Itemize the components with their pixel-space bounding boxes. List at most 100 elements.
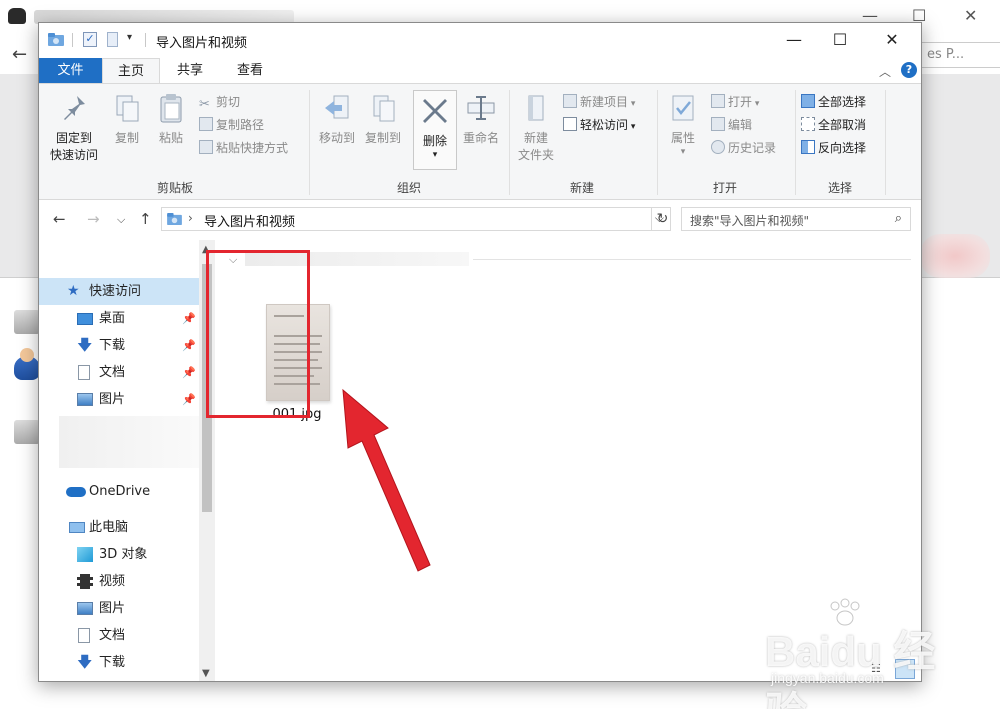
tab-view[interactable]: 查看	[225, 58, 275, 83]
nav-label: 文档	[99, 628, 126, 643]
properties-dropdown-icon[interactable]: ▾	[663, 147, 703, 157]
history-button[interactable]: 历史记录	[711, 138, 776, 158]
minimize-button[interactable]: —	[771, 23, 817, 56]
pin-label-1: 固定到	[55, 131, 92, 145]
copy-button[interactable]: 复制	[107, 92, 147, 147]
new-folder-quick-icon[interactable]	[107, 32, 118, 47]
address-row: ← → ⌵ ↑ › 导入图片和视频 ⌵ ↻ 搜索"导入图片和视频" ⌕	[39, 200, 921, 240]
invert-selection-label: 反向选择	[818, 141, 867, 155]
pin-icon: 📌	[182, 339, 196, 352]
copy-to-button[interactable]: 复制到	[361, 92, 405, 147]
nav-label: 图片	[99, 601, 126, 616]
nav-item-3d-objects[interactable]: 3D 对象	[39, 541, 199, 568]
window-title: 导入图片和视频	[156, 36, 248, 51]
address-bar[interactable]: › 导入图片和视频 ⌵	[161, 207, 671, 231]
up-button[interactable]: ↑	[139, 210, 152, 228]
properties-quick-icon[interactable]: ✓	[83, 32, 97, 47]
select-all-button[interactable]: 全部选择	[801, 92, 866, 112]
nav-label: 下载	[99, 338, 126, 353]
delete-x-icon	[423, 99, 447, 123]
printer-icon[interactable]	[14, 310, 40, 334]
paste-shortcut-button[interactable]: 粘贴快捷方式	[199, 138, 288, 158]
scroll-down-icon[interactable]: ▼	[202, 668, 210, 679]
help-icon[interactable]: ?	[901, 62, 917, 78]
edit-button[interactable]: 编辑	[711, 115, 752, 135]
nav-item-pictures[interactable]: 图片 📌	[39, 386, 199, 413]
group-separator	[795, 90, 796, 195]
easy-access-dropdown-icon[interactable]: ▾	[628, 122, 636, 132]
nav-item-videos[interactable]: 视频	[39, 568, 199, 595]
paste-button[interactable]: 粘贴	[151, 92, 191, 147]
nav-label: OneDrive	[89, 484, 151, 499]
cut-button[interactable]: ✂ 剪切	[199, 92, 240, 112]
close-button[interactable]: ✕	[869, 23, 915, 56]
background-search-field[interactable]: es P...	[920, 42, 1000, 68]
refresh-button[interactable]: ↻	[651, 207, 673, 231]
star-icon: ★	[67, 283, 80, 299]
rename-button[interactable]: 重命名	[459, 92, 503, 147]
properties-icon	[672, 95, 694, 121]
tab-file[interactable]: 文件	[39, 58, 102, 83]
address-path[interactable]: 导入图片和视频	[204, 211, 295, 230]
nav-item-this-pc[interactable]: 此电脑	[39, 514, 199, 541]
select-none-button[interactable]: 全部取消	[801, 115, 866, 135]
quick-access-dropdown-icon[interactable]: ▾	[127, 32, 132, 43]
group-separator	[885, 90, 886, 195]
nav-item-quick-access[interactable]: ★ 快速访问	[39, 278, 199, 305]
delete-dropdown-icon[interactable]: ▾	[414, 150, 456, 160]
tab-home[interactable]: 主页	[102, 58, 160, 83]
easy-access-icon	[563, 117, 577, 131]
search-input[interactable]: 搜索"导入图片和视频" ⌕	[681, 207, 911, 231]
open-group-label: 打开	[712, 181, 737, 195]
new-item-dropdown-icon[interactable]: ▾	[628, 99, 636, 109]
move-to-button[interactable]: 移动到	[315, 92, 359, 147]
search-icon[interactable]: ⌕	[895, 211, 902, 226]
move-to-label: 移动到	[318, 131, 355, 145]
move-to-icon	[325, 95, 349, 119]
copy-path-button[interactable]: 复制路径	[199, 115, 264, 135]
maximize-button[interactable]: ☐	[817, 23, 863, 56]
nav-label: 图片	[99, 392, 126, 407]
clipboard-group-label: 剪贴板	[156, 181, 193, 195]
ribbon: 固定到 快速访问 复制 粘贴 ✂ 剪切 复制路径 粘贴快捷方式 剪贴板 移动到 …	[39, 83, 921, 200]
edit-icon	[711, 117, 725, 131]
pin-quick-access-button[interactable]: 固定到 快速访问	[45, 92, 103, 164]
delete-button[interactable]: 删除 ▾	[413, 90, 457, 170]
nav-item-documents[interactable]: 文档 📌	[39, 359, 199, 386]
collapse-ribbon-icon[interactable]: ︿	[879, 63, 891, 80]
nav-item-pc-documents[interactable]: 文档	[39, 622, 199, 649]
document-icon	[78, 365, 90, 380]
invert-selection-button[interactable]: 反向选择	[801, 138, 866, 158]
nav-item-pc-pictures[interactable]: 图片	[39, 595, 199, 622]
user-icon[interactable]	[14, 348, 40, 380]
back-arrow-icon[interactable]: ←	[12, 44, 27, 65]
separator	[72, 33, 73, 47]
easy-access-button[interactable]: 轻松访问 ▾	[563, 115, 635, 135]
nav-item-desktop[interactable]: 桌面 📌	[39, 305, 199, 332]
hat-icon	[8, 8, 26, 24]
titlebar: ✓ ▾ 导入图片和视频 — ☐ ✕	[39, 23, 921, 56]
tab-share[interactable]: 共享	[165, 58, 215, 83]
recent-locations-dropdown-icon[interactable]: ⌵	[117, 213, 125, 227]
open-dropdown-icon[interactable]: ▾	[752, 99, 760, 109]
properties-button[interactable]: 属性 ▾	[663, 92, 703, 157]
open-button[interactable]: 打开 ▾	[711, 92, 759, 112]
background-close-button[interactable]: ✕	[964, 6, 977, 25]
folder-icon	[48, 33, 64, 46]
new-folder-button[interactable]: 新建 文件夹	[513, 92, 559, 164]
nav-item-pc-downloads[interactable]: 🡇 下载	[39, 649, 199, 676]
group-separator	[509, 90, 510, 195]
printer-icon[interactable]	[14, 420, 40, 444]
chevron-right-icon[interactable]: ›	[188, 211, 193, 225]
film-icon	[77, 574, 93, 589]
nav-label: 桌面	[99, 311, 126, 326]
explorer-window: ✓ ▾ 导入图片和视频 — ☐ ✕ 文件 主页 共享 查看 ︿ ? 固定到 快速…	[38, 22, 922, 682]
document-icon	[78, 628, 90, 643]
forward-button[interactable]: →	[87, 210, 100, 228]
copy-to-label: 复制到	[364, 131, 401, 145]
nav-item-downloads[interactable]: 🡇 下载 📌	[39, 332, 199, 359]
back-button[interactable]: ←	[53, 210, 66, 228]
nav-item-onedrive[interactable]: OneDrive	[39, 478, 199, 505]
pin-icon: 📌	[182, 393, 196, 406]
new-item-button[interactable]: 新建项目 ▾	[563, 92, 635, 112]
